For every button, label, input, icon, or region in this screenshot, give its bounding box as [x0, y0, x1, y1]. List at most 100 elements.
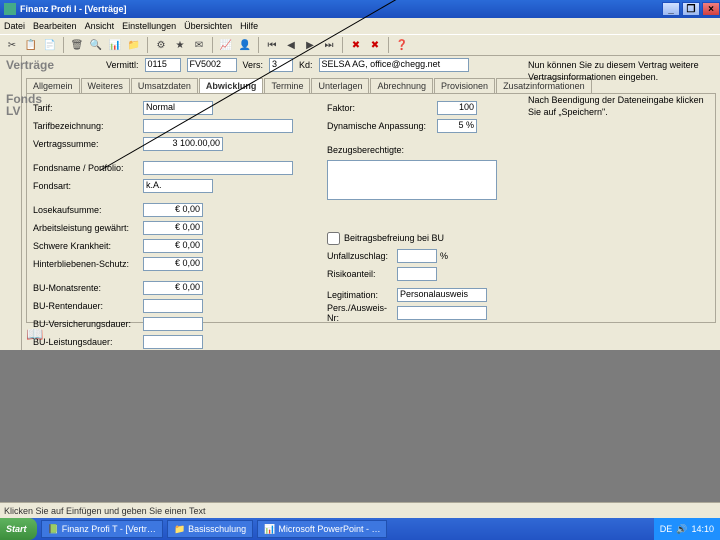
menu-ansicht[interactable]: Ansicht — [85, 21, 115, 31]
vertragssumme-label: Vertragssumme: — [33, 139, 143, 149]
dyn-label: Dynamische Anpassung: — [327, 121, 437, 131]
pers-input[interactable] — [397, 306, 487, 320]
toolbar-icon[interactable]: 📈 — [218, 37, 234, 53]
arbeitsleistung-label: Arbeitsleistung gewährt: — [33, 223, 143, 233]
tab-termine[interactable]: Termine — [264, 78, 310, 93]
status-text: Klicken Sie auf Einfügen und geben Sie e… — [4, 506, 205, 516]
losekaufsumme-label: Losekaufsumme: — [33, 205, 143, 215]
schwere-input[interactable]: € 0,00 — [143, 239, 203, 253]
tab-allgemein[interactable]: Allgemein — [26, 78, 80, 93]
fondsart-label: Fondsart: — [33, 181, 143, 191]
unfall-unit: % — [440, 251, 448, 261]
dyn-input[interactable]: 5 % — [437, 119, 477, 133]
taskbar-item[interactable]: 📁Basisschulung — [167, 520, 253, 538]
kd-label: Kd: — [299, 60, 313, 70]
menu-bearbeiten[interactable]: Bearbeiten — [33, 21, 77, 31]
status-bar: Klicken Sie auf Einfügen und geben Sie e… — [0, 502, 720, 518]
book-icon[interactable]: 📖 — [26, 326, 44, 342]
beitrag-checkbox[interactable] — [327, 232, 340, 245]
taskbar: Start 📗Finanz Profi T - [Vertr… 📁Basissc… — [0, 518, 720, 540]
product-field[interactable]: FV5002 — [187, 58, 237, 72]
fondsname-input[interactable] — [143, 161, 293, 175]
vermittler-label: Vermittl: — [106, 60, 139, 70]
title-bar: Finanz Profi I - [Verträge] _ ❐ × — [0, 0, 720, 18]
clock: 14:10 — [691, 524, 714, 534]
system-tray[interactable]: DE 🔊 14:10 — [654, 518, 720, 540]
start-button[interactable]: Start — [0, 518, 37, 540]
toolbar-icon[interactable]: 🔍 — [88, 37, 104, 53]
risiko-input[interactable] — [397, 267, 437, 281]
toolbar-icon[interactable]: 👤 — [237, 37, 253, 53]
menu-uebersichten[interactable]: Übersichten — [184, 21, 232, 31]
tab-weiteres[interactable]: Weiteres — [81, 78, 130, 93]
toolbar-icon[interactable]: ✉ — [191, 37, 207, 53]
minimize-button[interactable]: _ — [662, 2, 680, 16]
vers-label: Vers: — [243, 60, 264, 70]
toolbar-icon[interactable]: ⚙ — [153, 37, 169, 53]
tab-umsatzdaten[interactable]: Umsatzdaten — [131, 78, 198, 93]
toolbar-icon[interactable]: ❓ — [394, 37, 410, 53]
tarifbez-label: Tarifbezeichnung: — [33, 121, 143, 131]
tab-unterlagen[interactable]: Unterlagen — [311, 78, 369, 93]
bu-vers-label: BU-Versicherungsdauer: — [33, 319, 143, 329]
menu-datei[interactable]: Datei — [4, 21, 25, 31]
fondsname-label: Fondsname / Portfolio: — [33, 163, 143, 173]
risiko-label: Risikoanteil: — [327, 269, 397, 279]
schwere-label: Schwere Krankheit: — [33, 241, 143, 251]
faktor-input[interactable]: 100 — [437, 101, 477, 115]
unfall-input[interactable] — [397, 249, 437, 263]
toolbar-icon[interactable]: 🗑 — [69, 37, 85, 53]
tab-abrechnung[interactable]: Abrechnung — [370, 78, 433, 93]
bu-renten-label: BU-Rentendauer: — [33, 301, 143, 311]
legit-label: Legitimation: — [327, 290, 397, 300]
bu-vers-input[interactable] — [143, 317, 203, 331]
vermittler-field[interactable]: 0115 — [145, 58, 181, 72]
toolbar-icon[interactable]: ✖ — [367, 37, 383, 53]
bezugs-label: Bezugsberechtigte: — [327, 145, 437, 155]
toolbar-icon[interactable]: 📊 — [107, 37, 123, 53]
app-icon — [4, 3, 16, 15]
tray-icon[interactable]: 🔊 — [676, 524, 687, 535]
arbeitsleistung-input[interactable]: € 0,00 — [143, 221, 203, 235]
menu-hilfe[interactable]: Hilfe — [240, 21, 258, 31]
toolbar-icon[interactable]: 📄 — [42, 37, 58, 53]
empty-area — [0, 370, 720, 500]
tarif-label: Tarif: — [33, 103, 143, 113]
maximize-button[interactable]: ❐ — [682, 2, 700, 16]
nav-prev-icon[interactable]: ◀ — [283, 37, 299, 53]
toolbar-icon[interactable]: ✖ — [348, 37, 364, 53]
lang-indicator[interactable]: DE — [660, 524, 673, 534]
window-title: Finanz Profi I - [Verträge] — [20, 4, 127, 14]
taskbar-item[interactable]: 📊Microsoft PowerPoint - … — [257, 520, 387, 538]
instruction-1: Nun können Sie zu diesem Vertrag weitere… — [528, 60, 712, 83]
toolbar-icon[interactable]: 📁 — [126, 37, 142, 53]
bu-renten-input[interactable] — [143, 299, 203, 313]
losekaufsumme-input[interactable]: € 0,00 — [143, 203, 203, 217]
bu-monatsrente-input[interactable]: € 0,00 — [143, 281, 203, 295]
kd-field[interactable]: SELSA AG, office@chegg.net — [319, 58, 469, 72]
hinterbliebenen-input[interactable]: € 0,00 — [143, 257, 203, 271]
toolbar-icon[interactable]: 📋 — [23, 37, 39, 53]
bu-monatsrente-label: BU-Monatsrente: — [33, 283, 143, 293]
toolbar-icon[interactable]: ✂ — [4, 37, 20, 53]
taskbar-item[interactable]: 📗Finanz Profi T - [Vertr… — [41, 520, 163, 538]
hinterbliebenen-label: Hinterbliebenen-Schutz: — [33, 259, 143, 269]
bu-leistung-input[interactable] — [143, 335, 203, 349]
pers-label: Pers./Ausweis-Nr: — [327, 303, 397, 323]
toolbar: ✂ 📋 📄 🗑 🔍 📊 📁 ⚙ ★ ✉ 📈 👤 ⏮ ◀ ▶ ⏭ ✖ ✖ ❓ — [0, 34, 720, 56]
bu-leistung-label: BU-Leistungsdauer: — [33, 337, 143, 347]
beitrag-label: Beitragsbefreiung bei BU — [344, 233, 444, 243]
menu-einstellungen[interactable]: Einstellungen — [122, 21, 176, 31]
instruction-panel: Nun können Sie zu diesem Vertrag weitere… — [528, 60, 712, 131]
tarif-dropdown[interactable]: Normal — [143, 101, 213, 115]
unfall-label: Unfallzuschlag: — [327, 251, 397, 261]
faktor-label: Faktor: — [327, 103, 437, 113]
legit-dropdown[interactable]: Personalausweis — [397, 288, 487, 302]
toolbar-icon[interactable]: ★ — [172, 37, 188, 53]
nav-first-icon[interactable]: ⏮ — [264, 37, 280, 53]
fondsart-dropdown[interactable]: k.A. — [143, 179, 213, 193]
tab-provisionen[interactable]: Provisionen — [434, 78, 495, 93]
instruction-2: Nach Beendigung der Dateneingabe klicken… — [528, 95, 712, 118]
bezugs-textarea[interactable] — [327, 160, 497, 200]
close-button[interactable]: × — [702, 2, 720, 16]
